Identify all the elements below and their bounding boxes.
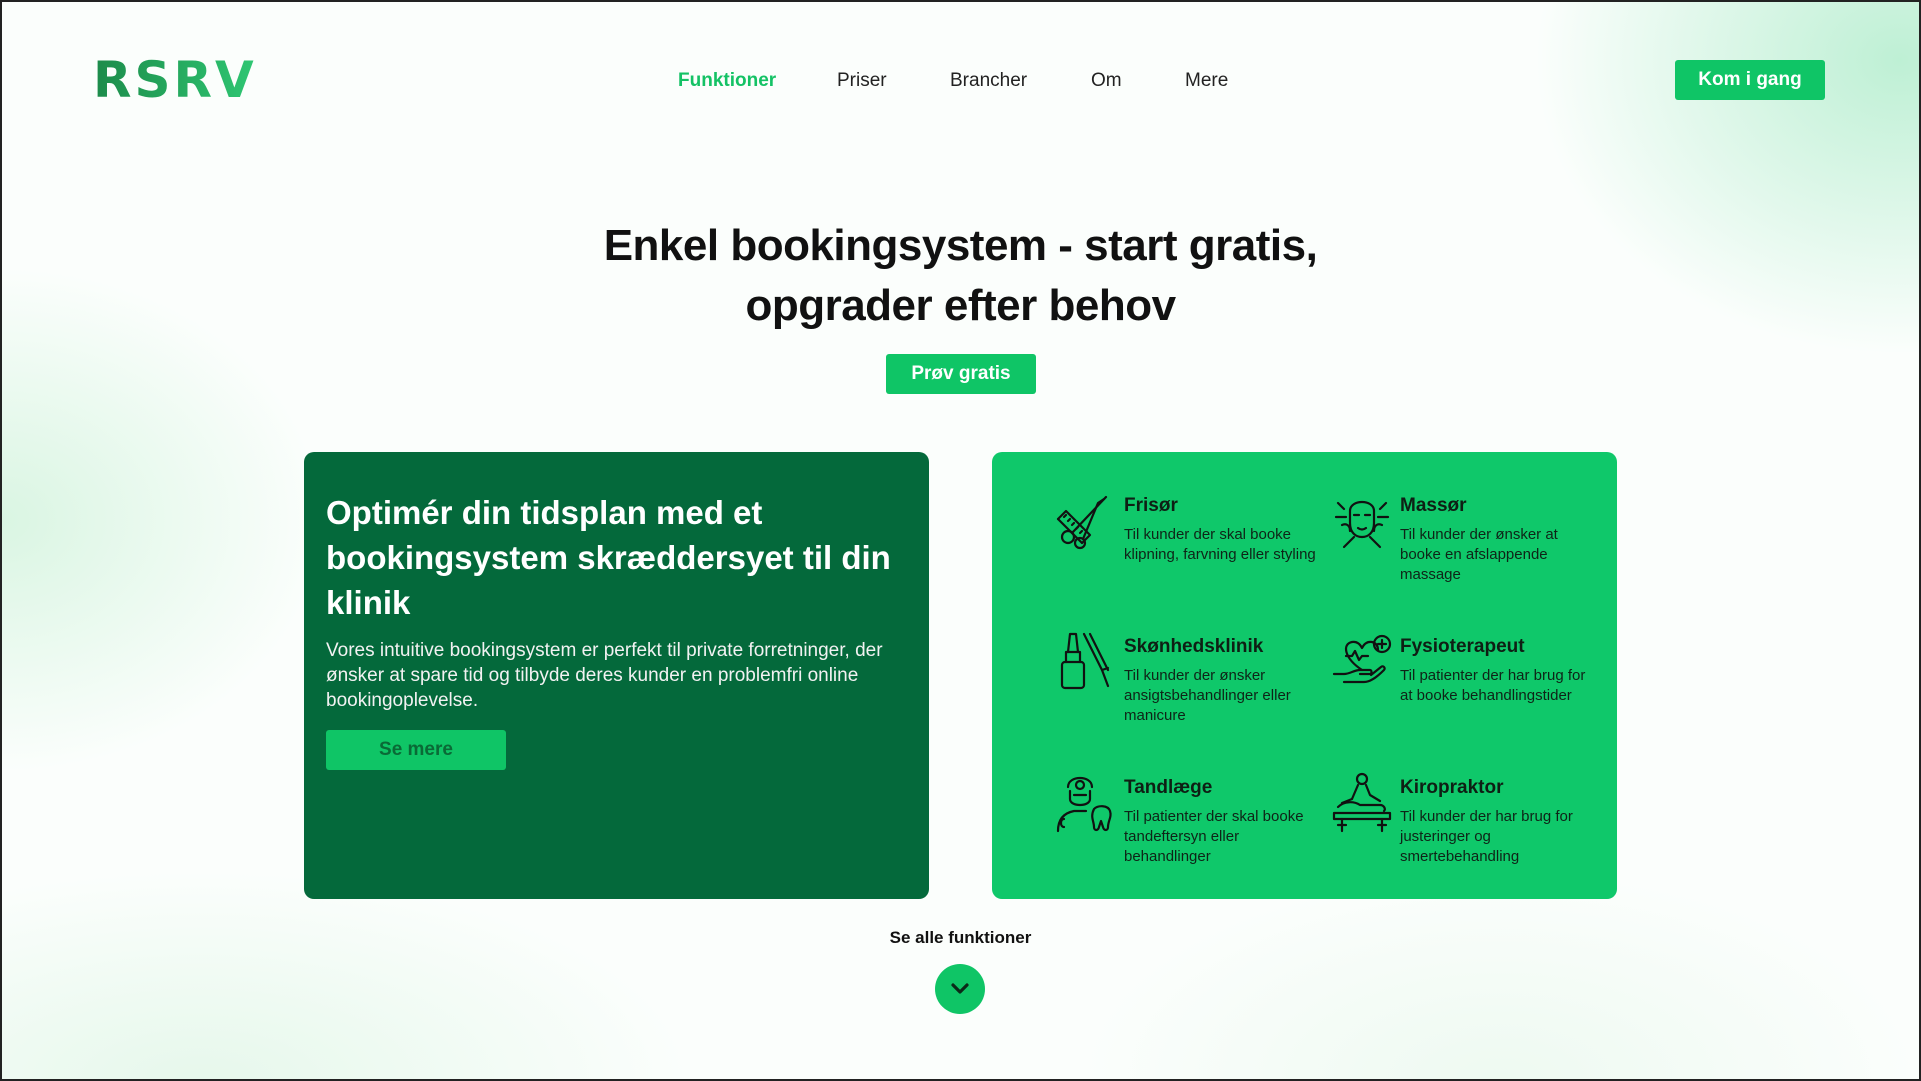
industry-desc: Til kunder der har brug for justeringer … bbox=[1400, 808, 1573, 865]
industry-item-kiropraktor[interactable]: Kiropraktor Til kunder der har brug for … bbox=[1330, 771, 1600, 881]
nav-item-brancher[interactable]: Brancher bbox=[950, 66, 1027, 96]
hero-title-line2: opgrader efter behov bbox=[745, 281, 1176, 330]
scissors-comb-icon bbox=[1056, 495, 1108, 550]
get-started-button[interactable]: Kom i gang bbox=[1675, 60, 1825, 100]
see-all-features-link[interactable]: Se alle funktioner bbox=[0, 928, 1921, 948]
industry-item-skonhedsklinik[interactable]: Skønhedsklinik Til kunder der ønsker ans… bbox=[1054, 630, 1324, 740]
nav-item-om[interactable]: Om bbox=[1091, 66, 1122, 96]
nav-item-funktioner[interactable]: Funktioner bbox=[678, 66, 776, 96]
window-frame bbox=[0, 0, 1921, 1081]
industry-item-tandlaege[interactable]: Tandlæge Til patienter der skal booke ta… bbox=[1054, 771, 1324, 881]
industry-item-frisor[interactable]: Frisør Til kunder der skal booke klipnin… bbox=[1054, 489, 1324, 599]
chiropractic-table-icon bbox=[1332, 772, 1392, 833]
hero-title-line1: Enkel bookingsystem - start gratis, bbox=[603, 221, 1318, 270]
nail-polish-icon bbox=[1060, 632, 1110, 690]
main-nav: Funktioner Priser Brancher Om Mere bbox=[0, 66, 1921, 96]
scroll-down-button[interactable] bbox=[935, 964, 985, 1014]
industry-title: Fysioterapeut bbox=[1400, 636, 1525, 657]
face-massage-icon bbox=[1334, 500, 1390, 549]
industry-title: Frisør bbox=[1124, 495, 1178, 516]
feature-card: Optimér din tidsplan med et bookingsyste… bbox=[304, 452, 929, 899]
nav-item-priser[interactable]: Priser bbox=[837, 66, 887, 96]
industry-item-fysioterapeut[interactable]: Fysioterapeut Til patienter der har brug… bbox=[1330, 630, 1600, 740]
hero-title: Enkel bookingsystem - start gratis, opgr… bbox=[0, 216, 1921, 336]
industry-title: Massør bbox=[1400, 495, 1467, 516]
industries-card: Frisør Til kunder der skal booke klipnin… bbox=[992, 452, 1617, 899]
industry-title: Tandlæge bbox=[1124, 777, 1213, 798]
industry-desc: Til patienter der skal booke tandeftersy… bbox=[1124, 808, 1304, 865]
feature-card-title: Optimér din tidsplan med et bookingsyste… bbox=[326, 494, 891, 621]
see-more-button[interactable]: Se mere bbox=[326, 730, 506, 770]
industry-title: Skønhedsklinik bbox=[1124, 636, 1264, 657]
feature-card-body: Vores intuitive bookingsystem er perfekt… bbox=[326, 640, 883, 711]
industry-desc: Til patienter der har brug for at booke … bbox=[1400, 667, 1586, 704]
industry-item-massor[interactable]: Massør Til kunder der ønsker at booke en… bbox=[1330, 489, 1600, 599]
industry-title: Kiropraktor bbox=[1400, 777, 1504, 798]
chevron-down-icon bbox=[951, 983, 969, 994]
industry-desc: Til kunder der skal booke klipning, farv… bbox=[1124, 526, 1316, 563]
heart-hand-icon bbox=[1332, 634, 1392, 684]
try-free-button[interactable]: Prøv gratis bbox=[886, 354, 1036, 394]
dentist-icon bbox=[1056, 776, 1112, 833]
industry-desc: Til kunder der ønsker ansigtsbehandlinge… bbox=[1124, 667, 1291, 724]
nav-item-mere[interactable]: Mere bbox=[1185, 66, 1228, 96]
industry-desc: Til kunder der ønsker at booke en afslap… bbox=[1400, 526, 1558, 583]
